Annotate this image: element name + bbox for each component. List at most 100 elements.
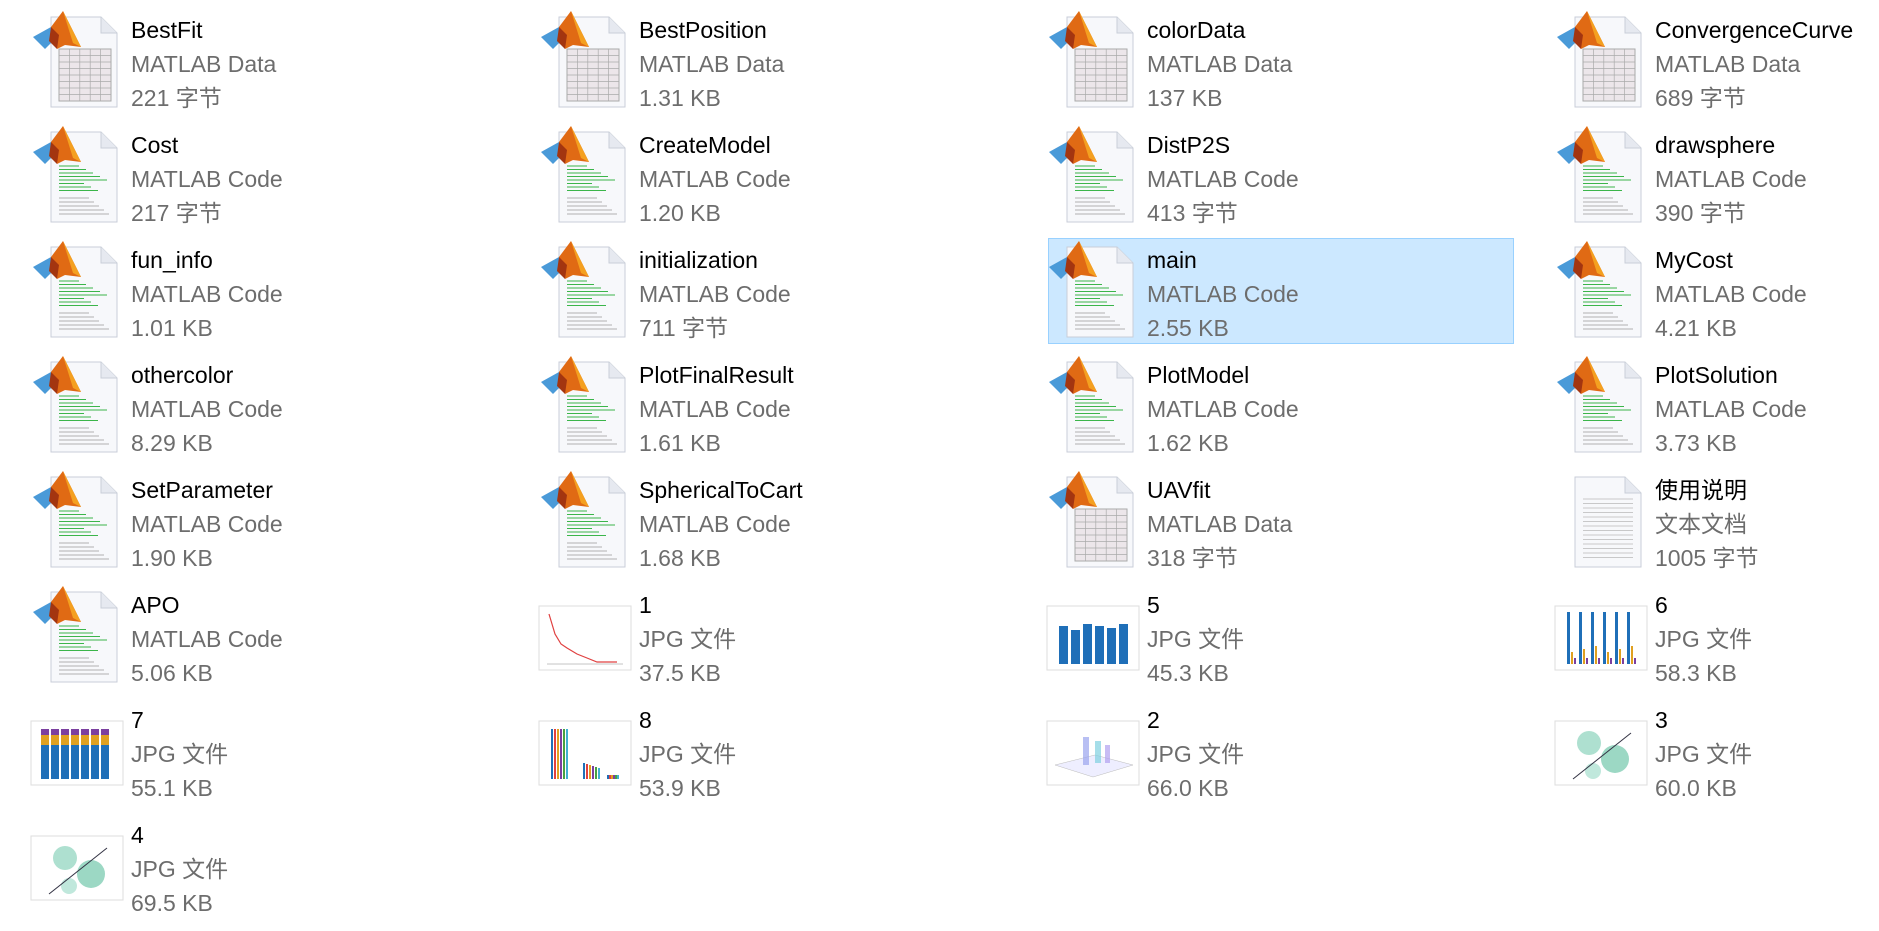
- matlab-code-icon: [1549, 354, 1653, 458]
- file-size: 60.0 KB: [1655, 775, 1737, 801]
- file-name: PlotSolution: [1655, 362, 1778, 388]
- file-type: MATLAB Data: [1147, 51, 1293, 77]
- matlab-code-icon: [533, 469, 637, 573]
- matlab-data-icon: [1041, 469, 1145, 573]
- file-item[interactable]: CreateModel MATLAB Code 1.20 KB: [540, 123, 1006, 229]
- file-name: 2: [1147, 707, 1160, 733]
- file-type: MATLAB Code: [1655, 281, 1807, 307]
- file-item[interactable]: drawsphere MATLAB Code 390 字节: [1556, 123, 1879, 229]
- matlab-code-icon: [25, 469, 129, 573]
- file-type: MATLAB Code: [1655, 396, 1807, 422]
- file-item[interactable]: 3 JPG 文件 60.0 KB: [1554, 698, 1879, 805]
- file-name: 3: [1655, 707, 1668, 733]
- file-size: 2.55 KB: [1147, 315, 1229, 341]
- thumb-grouped2-icon: [533, 699, 637, 803]
- file-type: JPG 文件: [1655, 741, 1753, 767]
- matlab-code-icon: [1041, 239, 1145, 343]
- file-info: UAVfit MATLAB Data 318 字节: [1147, 473, 1292, 575]
- file-info: CreateModel MATLAB Code 1.20 KB: [639, 128, 791, 230]
- file-size: 66.0 KB: [1147, 775, 1229, 801]
- file-name: SetParameter: [131, 477, 273, 503]
- file-name: main: [1147, 247, 1197, 273]
- file-item[interactable]: UAVfit MATLAB Data 318 字节: [1048, 468, 1514, 574]
- file-item[interactable]: SetParameter MATLAB Code 1.90 KB: [32, 468, 498, 574]
- file-size: 221 字节: [131, 85, 222, 111]
- matlab-code-icon: [25, 354, 129, 458]
- file-item[interactable]: ConvergenceCurve MATLAB Data 689 字节: [1556, 8, 1879, 114]
- file-name: APO: [131, 592, 180, 618]
- file-type: MATLAB Code: [639, 166, 791, 192]
- file-name: CreateModel: [639, 132, 771, 158]
- file-info: SetParameter MATLAB Code 1.90 KB: [131, 473, 283, 575]
- file-type: MATLAB Code: [1147, 166, 1299, 192]
- file-item[interactable]: PlotModel MATLAB Code 1.62 KB: [1048, 353, 1514, 459]
- file-info: 使用说明 文本文档 1005 字节: [1655, 473, 1759, 575]
- matlab-code-icon: [1549, 239, 1653, 343]
- file-type: MATLAB Code: [639, 396, 791, 422]
- file-type: JPG 文件: [639, 741, 737, 767]
- file-size: 1005 字节: [1655, 545, 1759, 571]
- file-size: 413 字节: [1147, 200, 1238, 226]
- file-item[interactable]: othercolor MATLAB Code 8.29 KB: [32, 353, 498, 459]
- matlab-code-icon: [25, 239, 129, 343]
- file-type: MATLAB Code: [639, 511, 791, 537]
- matlab-code-icon: [1041, 354, 1145, 458]
- file-name: PlotModel: [1147, 362, 1250, 388]
- file-item[interactable]: 使用说明 文本文档 1005 字节: [1556, 468, 1879, 574]
- matlab-data-icon: [1549, 9, 1653, 113]
- file-size: 137 KB: [1147, 85, 1223, 111]
- matlab-data-icon: [533, 9, 637, 113]
- file-item[interactable]: 1 JPG 文件 37.5 KB: [538, 583, 1006, 689]
- matlab-code-icon: [533, 124, 637, 228]
- file-type: MATLAB Code: [1147, 396, 1299, 422]
- file-item[interactable]: fun_info MATLAB Code 1.01 KB: [32, 238, 498, 344]
- file-info: SphericalToCart MATLAB Code 1.68 KB: [639, 473, 803, 575]
- file-item[interactable]: DistP2S MATLAB Code 413 字节: [1048, 123, 1514, 229]
- file-item[interactable]: initialization MATLAB Code 711 字节: [540, 238, 1006, 344]
- file-info: initialization MATLAB Code 711 字节: [639, 243, 791, 345]
- file-item[interactable]: main MATLAB Code 2.55 KB: [1048, 238, 1514, 344]
- file-item[interactable]: 8 JPG 文件 53.9 KB: [538, 698, 1006, 804]
- file-size: 1.90 KB: [131, 545, 213, 571]
- matlab-data-icon: [1041, 9, 1145, 113]
- file-type: JPG 文件: [131, 741, 229, 767]
- file-size: 4.21 KB: [1655, 315, 1737, 341]
- file-size: 217 字节: [131, 200, 222, 226]
- file-item[interactable]: PlotFinalResult MATLAB Code 1.61 KB: [540, 353, 1006, 459]
- file-info: PlotFinalResult MATLAB Code 1.61 KB: [639, 358, 794, 460]
- file-size: 69.5 KB: [131, 890, 213, 916]
- file-item[interactable]: 4 JPG 文件 69.5 KB: [30, 813, 498, 919]
- file-size: 1.20 KB: [639, 200, 721, 226]
- file-size: 318 字节: [1147, 545, 1238, 571]
- file-item[interactable]: BestPosition MATLAB Data 1.31 KB: [540, 8, 1006, 114]
- file-item[interactable]: BestFit MATLAB Data 221 字节: [32, 8, 498, 114]
- matlab-code-icon: [533, 354, 637, 458]
- thumb-heat-icon: [25, 814, 129, 918]
- file-size: 711 字节: [639, 315, 729, 341]
- file-name: ConvergenceCurve: [1655, 17, 1854, 43]
- file-item[interactable]: 2 JPG 文件 66.0 KB: [1046, 698, 1514, 804]
- matlab-code-icon: [1549, 124, 1653, 228]
- file-item[interactable]: MyCost MATLAB Code 4.21 KB: [1556, 238, 1879, 344]
- file-size: 3.73 KB: [1655, 430, 1737, 456]
- file-item[interactable]: 6 JPG 文件 58.3 KB: [1554, 583, 1879, 689]
- file-info: Cost MATLAB Code 217 字节: [131, 128, 283, 230]
- file-info: MyCost MATLAB Code 4.21 KB: [1655, 243, 1807, 345]
- file-size: 45.3 KB: [1147, 660, 1229, 686]
- file-item[interactable]: Cost MATLAB Code 217 字节: [32, 123, 498, 229]
- file-item[interactable]: 5 JPG 文件 45.3 KB: [1046, 583, 1514, 689]
- file-item[interactable]: PlotSolution MATLAB Code 3.73 KB: [1556, 353, 1879, 459]
- file-info: 3 JPG 文件 60.0 KB: [1655, 703, 1752, 805]
- file-item[interactable]: SphericalToCart MATLAB Code 1.68 KB: [540, 468, 1006, 574]
- file-item[interactable]: colorData MATLAB Data 137 KB: [1048, 8, 1514, 114]
- matlab-data-icon: [25, 9, 129, 113]
- thumb-grouped-icon: [1549, 584, 1653, 688]
- thumb-3d-icon: [1041, 699, 1145, 803]
- file-item[interactable]: APO MATLAB Code 5.06 KB: [32, 583, 498, 689]
- file-item[interactable]: 7 JPG 文件 55.1 KB: [30, 698, 498, 804]
- file-info: othercolor MATLAB Code 8.29 KB: [131, 358, 283, 460]
- file-type: MATLAB Code: [639, 281, 791, 307]
- file-name: drawsphere: [1655, 132, 1776, 158]
- file-info: fun_info MATLAB Code 1.01 KB: [131, 243, 283, 345]
- file-size: 1.68 KB: [639, 545, 721, 571]
